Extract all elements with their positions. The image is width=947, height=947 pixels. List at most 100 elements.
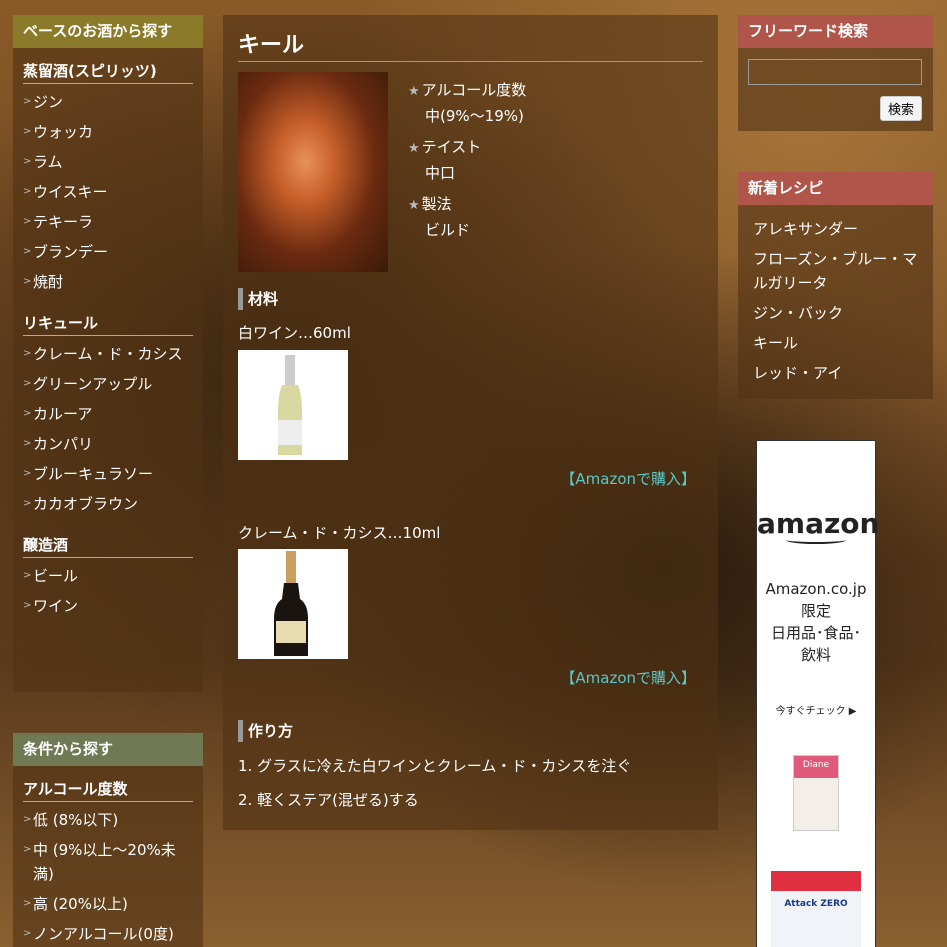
category-label: ラム — [33, 153, 63, 171]
recent-recipe-link[interactable]: ジン・バック — [753, 301, 923, 325]
cassis-bottle-image[interactable] — [238, 549, 348, 659]
chevron-right-icon: > — [23, 498, 32, 509]
category-label: カルーア — [33, 405, 93, 423]
chevron-right-icon: > — [23, 156, 32, 167]
category-label: カカオブラウン — [33, 495, 139, 513]
star-icon: ★ — [408, 84, 420, 99]
category-link[interactable]: > カンパリ — [23, 432, 193, 456]
category-link[interactable]: > 中 (9%以上～20%未満) — [23, 838, 193, 886]
category-link[interactable]: > クレーム・ド・カシス — [23, 342, 193, 366]
category-link[interactable]: > ジン — [23, 90, 193, 114]
panel-header: 新着レシピ — [738, 172, 933, 205]
category-heading: リキュール — [23, 312, 193, 336]
amazon-buy-link[interactable]: 【Amazonで購入】 — [560, 468, 696, 489]
category-link[interactable]: > ビール — [23, 564, 193, 588]
chevron-right-icon: > — [23, 216, 32, 227]
base-search-panel: ベースのお酒から探す 蒸留酒(スピリッツ) > ジン > ウォッカ > ラム > ウイスキー > テ… — [13, 15, 203, 692]
condition-search-panel: 条件から探す アルコール度数 > 低 (8%以下) > 中 (9%以上～20%未満) > 高… — [13, 733, 203, 947]
chevron-right-icon: > — [23, 408, 32, 419]
ad-product-image[interactable]: Attack ZERO — [771, 871, 861, 947]
chevron-right-icon: > — [23, 378, 32, 389]
category-link[interactable]: > ウォッカ — [23, 120, 193, 144]
recent-recipes-panel: 新着レシピ アレキサンダーフローズン・ブルー・マルガリータジン・バック キールレッ… — [738, 172, 933, 399]
category-label: ウォッカ — [33, 123, 94, 141]
chevron-right-icon: > — [23, 246, 32, 257]
category-link[interactable]: > カカオブラウン — [23, 492, 193, 516]
category-link[interactable]: > グリーンアップル — [23, 372, 193, 396]
category-list: > ジン > ウォッカ > ラム > ウイスキー > テキーラ > ブランデー > 焼酎 — [23, 90, 193, 294]
category-label: ブランデー — [33, 243, 109, 261]
chevron-right-icon: > — [23, 898, 32, 909]
category-list: > クレーム・ド・カシス > グリーンアップル > カルーア > カンパリ > ブルーキュラソー >… — [23, 342, 193, 516]
chevron-right-icon: > — [23, 438, 32, 449]
recent-recipe-link[interactable]: フローズン・ブルー・マルガリータ — [753, 247, 923, 295]
free-word-search-panel: フリーワード検索 検索 — [738, 15, 933, 131]
chevron-right-icon: > — [23, 570, 32, 581]
chevron-right-icon: > — [23, 348, 32, 359]
cocktail-photo — [238, 72, 388, 272]
category-label: クレーム・ド・カシス — [33, 345, 183, 363]
category-link[interactable]: > ラム — [23, 150, 193, 174]
category-link[interactable]: > テキーラ — [23, 210, 193, 234]
white-wine-image[interactable] — [238, 350, 348, 460]
category-label: ブルーキュラソー — [33, 465, 154, 483]
category-link[interactable]: > 低 (8%以下) — [23, 808, 193, 832]
category-label: ノンアルコール(0度) — [33, 925, 174, 943]
category-label: グリーンアップル — [33, 375, 153, 393]
property-value: ビルド — [425, 221, 471, 239]
category-link[interactable]: > カルーア — [23, 402, 193, 426]
category-label: 高 (20%以上) — [33, 895, 128, 913]
property-value: 中(9%～19%) — [425, 107, 524, 125]
category-heading: 蒸留酒(スピリッツ) — [23, 60, 193, 84]
category-link[interactable]: > 高 (20%以上) — [23, 892, 193, 916]
amazon-buy-link[interactable]: 【Amazonで購入】 — [560, 667, 696, 688]
category-label: ビール — [33, 567, 79, 585]
panel-header: 条件から探す — [13, 733, 203, 766]
property-label: ★ テイスト — [408, 138, 482, 156]
ingredient-text: 白ワイン…60ml — [238, 324, 351, 342]
ad-text: 限定 — [800, 602, 831, 620]
property-label: ★ アルコール度数 — [408, 81, 527, 99]
star-icon: ★ — [408, 141, 420, 156]
panel-header: フリーワード検索 — [738, 15, 933, 48]
ingredient-text: クレーム・ド・カシス…10ml — [238, 524, 441, 542]
category-label: 低 (8%以下) — [33, 811, 119, 829]
star-icon: ★ — [408, 198, 420, 213]
category-label: カンパリ — [33, 435, 94, 453]
recent-recipe-link[interactable]: キール — [753, 331, 923, 355]
chevron-right-icon: > — [23, 468, 32, 479]
category-link[interactable]: > ブランデー — [23, 240, 193, 264]
category-link[interactable]: > ワイン — [23, 594, 193, 618]
chevron-right-icon: > — [23, 186, 32, 197]
recent-recipe-link[interactable]: レッド・アイ — [753, 361, 923, 385]
recipe-panel: キール ★ アルコール度数 中(9%～19%) ★ テイスト 中口 ★ 製法 ビルド 材料 白ワ… — [223, 15, 718, 830]
panel-header: ベースのお酒から探す — [13, 15, 203, 48]
category-label: ウイスキー — [33, 183, 108, 201]
ad-cta[interactable]: 今すぐチェック ▶ — [757, 702, 875, 717]
search-button[interactable]: 検索 — [880, 96, 922, 121]
ad-text: 日用品･食品･ — [770, 624, 861, 642]
category-link[interactable]: > ノンアルコール(0度) — [23, 922, 193, 946]
recent-recipe-link[interactable]: アレキサンダー — [753, 217, 923, 241]
step-2: 2. 軽くステア(混ぜる)する — [238, 791, 419, 809]
category-list: > 低 (8%以下) > 中 (9%以上～20%未満) > 高 (20%以上) > ノンアルコ… — [23, 808, 193, 946]
chevron-right-icon: > — [23, 600, 32, 611]
chevron-right-icon: > — [23, 844, 32, 855]
amazon-ad-banner[interactable]: amazon Amazon.co.jp 限定 日用品･食品･ 飲料 今すぐチェッ… — [756, 440, 879, 947]
chevron-right-icon: > — [23, 126, 32, 137]
category-link[interactable]: > ウイスキー — [23, 180, 193, 204]
category-label: 焼酎 — [33, 273, 64, 291]
property-value: 中口 — [425, 164, 456, 182]
ad-text: 飲料 — [800, 646, 831, 664]
category-label: 中 (9%以上～20%未満) — [33, 841, 176, 883]
chevron-right-icon: > — [23, 96, 32, 107]
category-link[interactable]: > ブルーキュラソー — [23, 462, 193, 486]
recipe-properties: ★ アルコール度数 中(9%～19%) ★ テイスト 中口 ★ 製法 ビルド — [408, 78, 526, 249]
ad-product-image[interactable]: Diane — [793, 755, 839, 831]
search-input[interactable] — [748, 59, 922, 85]
page-title: キール — [238, 27, 703, 62]
category-link[interactable]: > 焼酎 — [23, 270, 193, 294]
category-heading: アルコール度数 — [23, 778, 193, 802]
category-label: ワイン — [33, 597, 79, 615]
method-heading: 作り方 — [238, 720, 293, 742]
